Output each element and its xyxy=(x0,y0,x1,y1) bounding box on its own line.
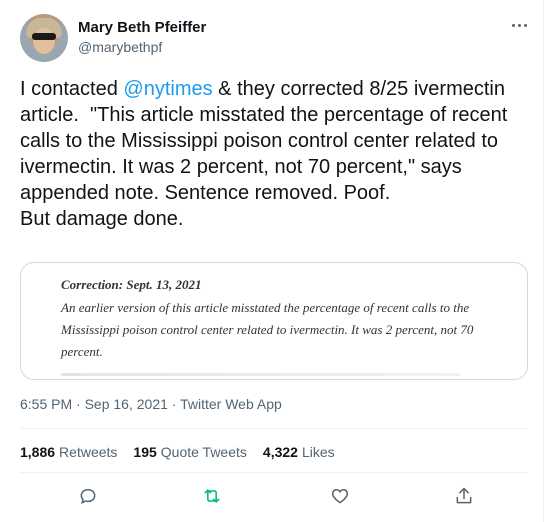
author-handle[interactable]: @marybethpf xyxy=(78,39,162,55)
share-icon[interactable] xyxy=(452,484,476,508)
avatar[interactable] xyxy=(20,14,68,62)
correction-text: An earlier version of this article misst… xyxy=(61,300,474,359)
divider xyxy=(20,472,528,473)
quote-tweets-stat[interactable]: 195 Quote Tweets xyxy=(133,444,247,460)
tweet-text: I contacted @nytimes & they corrected 8/… xyxy=(20,76,532,232)
tweet-text-rest: & they corrected 8/25 ivermectin article… xyxy=(20,78,508,230)
retweets-stat[interactable]: 1,886 Retweets xyxy=(20,444,117,460)
action-bar xyxy=(20,482,528,512)
mention-link[interactable]: @nytimes xyxy=(123,78,212,100)
likes-stat[interactable]: 4,322 Likes xyxy=(263,444,335,460)
tweet-stats: 1,886 Retweets 195 Quote Tweets 4,322 Likes xyxy=(20,444,335,460)
author-name[interactable]: Mary Beth Pfeiffer xyxy=(78,19,206,36)
retweet-icon[interactable] xyxy=(200,484,224,508)
divider xyxy=(20,428,528,429)
tweet-text-start: I contacted xyxy=(20,78,124,100)
reply-icon[interactable] xyxy=(76,484,100,508)
tweet: Mary Beth Pfeiffer @marybethpf I contact… xyxy=(0,0,544,522)
attached-image[interactable]: Correction: Sept. 13, 2021 An earlier ve… xyxy=(20,262,528,380)
correction-title: Correction: Sept. 13, 2021 xyxy=(61,277,202,292)
meta-separator: · xyxy=(167,396,181,412)
tweet-meta: 6:55 PM · Sep 16, 2021 · Twitter Web App xyxy=(20,396,282,412)
more-options-icon[interactable] xyxy=(509,18,529,32)
like-heart-icon[interactable] xyxy=(328,484,352,508)
cut-off-text-line xyxy=(61,373,461,376)
timestamp-link[interactable]: 6:55 PM · Sep 16, 2021 xyxy=(20,396,168,412)
client-link[interactable]: Twitter Web App xyxy=(180,396,282,412)
